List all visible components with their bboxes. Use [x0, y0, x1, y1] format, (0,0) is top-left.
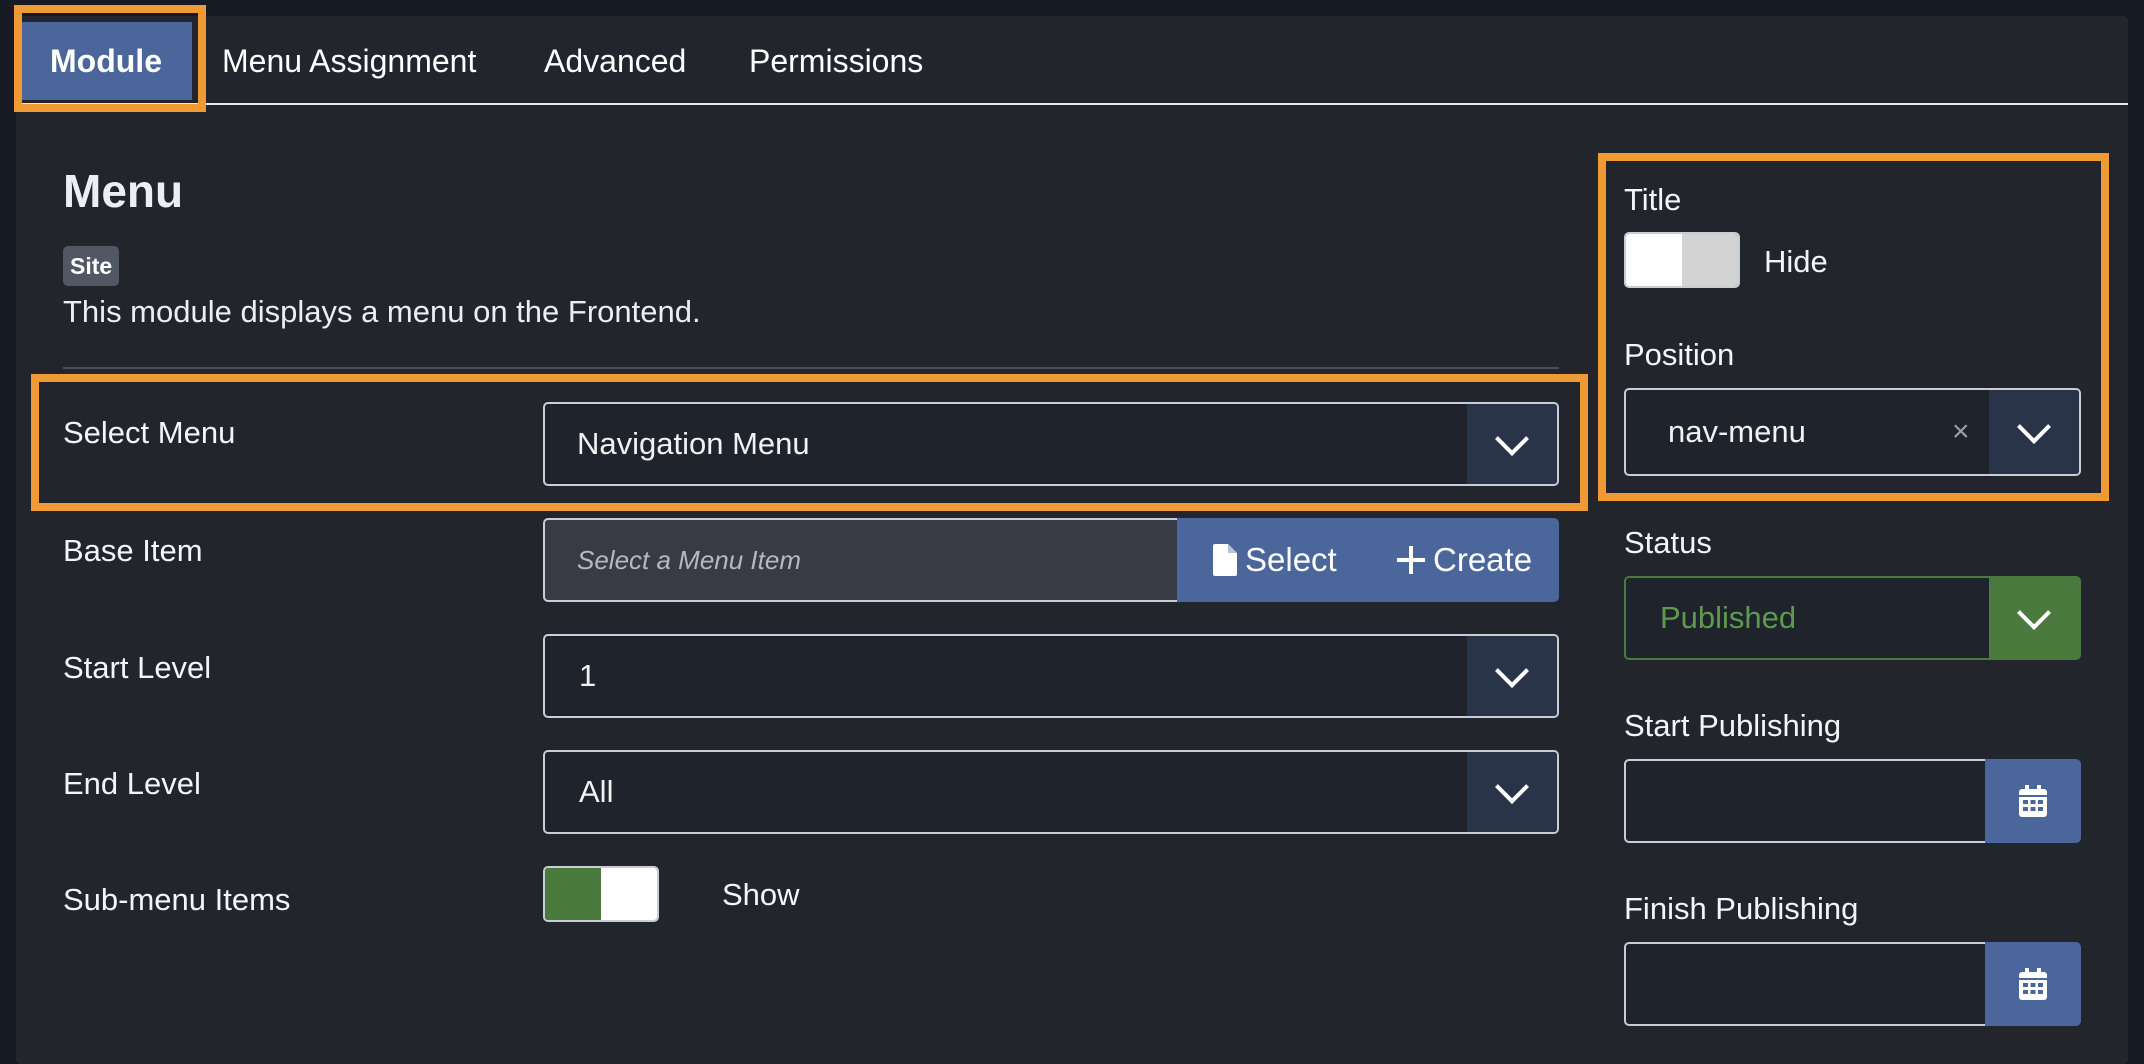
status-label: Status: [1624, 525, 1712, 560]
page-title: Menu: [63, 165, 184, 217]
position-dropdown[interactable]: nav-menu ×: [1624, 388, 2081, 476]
start-level-label: Start Level: [63, 650, 212, 685]
create-menu-item-button[interactable]: Create: [1355, 518, 1559, 602]
start-publishing-input[interactable]: [1624, 759, 1986, 843]
chevron-down-icon: [1467, 752, 1557, 832]
status-dropdown[interactable]: Published: [1624, 576, 2081, 660]
end-level-dropdown[interactable]: All: [543, 750, 1559, 834]
tab-advanced[interactable]: Advanced: [544, 22, 686, 100]
select-menu-dropdown[interactable]: Navigation Menu: [543, 402, 1559, 486]
module-description: This module displays a menu on the Front…: [63, 294, 701, 329]
clear-icon[interactable]: ×: [1952, 390, 1970, 474]
divider: [63, 367, 1559, 369]
tab-underline: [16, 103, 2128, 105]
tab-menu-assignment[interactable]: Menu Assignment: [222, 22, 476, 100]
select-menu-label: Select Menu: [63, 415, 236, 450]
select-menu-value: Navigation Menu: [577, 426, 810, 461]
finish-publishing-input[interactable]: [1624, 942, 1986, 1026]
title-toggle[interactable]: [1624, 232, 1740, 288]
site-badge: Site: [63, 246, 120, 286]
start-publishing-label: Start Publishing: [1624, 708, 1842, 743]
select-menu-item-button[interactable]: Select: [1177, 518, 1355, 602]
start-publishing-calendar-button[interactable]: [1985, 759, 2081, 843]
tab-module[interactable]: Module: [20, 22, 192, 100]
submenu-items-toggle[interactable]: [543, 866, 659, 922]
submenu-items-label: Sub-menu Items: [63, 882, 291, 917]
calendar-icon: [2019, 785, 2047, 817]
base-item-input[interactable]: Select a Menu Item: [543, 518, 1177, 602]
position-value: nav-menu: [1668, 414, 1806, 449]
submenu-items-state: Show: [722, 877, 800, 912]
base-item-label: Base Item: [63, 533, 203, 568]
chevron-down-icon: [1989, 578, 2079, 658]
title-state: Hide: [1764, 244, 1828, 279]
calendar-icon: [2019, 968, 2047, 1000]
chevron-down-icon: [1989, 390, 2079, 474]
base-item-placeholder: Select a Menu Item: [577, 544, 801, 575]
title-label: Title: [1624, 182, 1682, 217]
finish-publishing-label: Finish Publishing: [1624, 891, 1859, 926]
start-level-dropdown[interactable]: 1: [543, 634, 1559, 718]
finish-publishing-calendar-button[interactable]: [1985, 942, 2081, 1026]
position-label: Position: [1624, 337, 1735, 372]
end-level-value: All: [579, 774, 614, 809]
create-button-label: Create: [1433, 541, 1533, 578]
status-value: Published: [1660, 600, 1797, 635]
plus-icon: [1397, 546, 1425, 574]
chevron-down-icon: [1467, 404, 1557, 484]
chevron-down-icon: [1467, 636, 1557, 716]
file-icon: [1213, 544, 1237, 576]
start-level-value: 1: [579, 658, 597, 693]
tab-permissions[interactable]: Permissions: [749, 22, 923, 100]
end-level-label: End Level: [63, 766, 201, 801]
select-button-label: Select: [1245, 541, 1337, 578]
